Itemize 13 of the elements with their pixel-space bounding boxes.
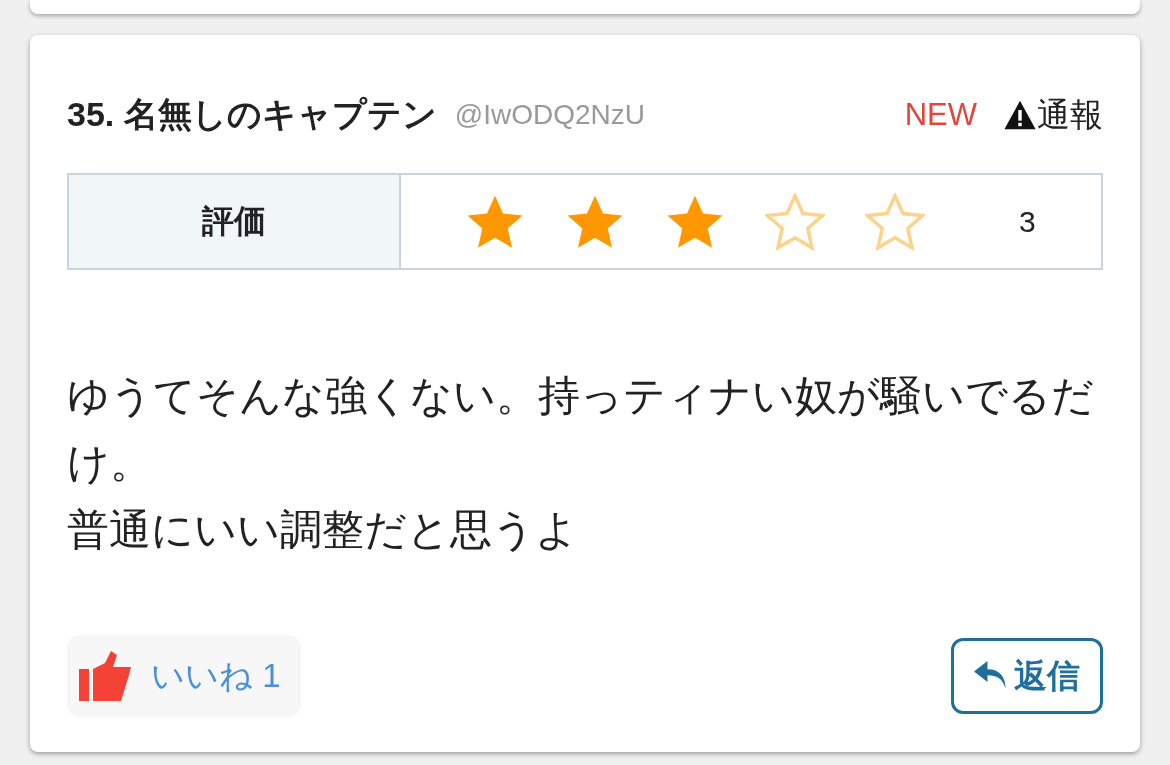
new-label: NEW bbox=[904, 97, 977, 133]
comment-title: 35. 名無しのキャプテン bbox=[67, 94, 437, 135]
rating-value: 3 bbox=[1019, 204, 1036, 239]
like-button[interactable]: いいね 1 bbox=[67, 635, 301, 717]
report-link[interactable]: 通報 bbox=[1003, 92, 1103, 138]
rating-label: 評価 bbox=[69, 175, 401, 268]
comment-text: ゆうてそんな強くない。持っティナい奴が騒いでるだけ。 bbox=[67, 371, 1095, 488]
star-icon bbox=[765, 192, 825, 251]
user-handle: @IwODQ2NzU bbox=[454, 99, 645, 131]
star-icon bbox=[865, 192, 925, 251]
warning-icon bbox=[1003, 99, 1037, 131]
comment-text: 普通にいい調整だと思うよ bbox=[67, 505, 579, 555]
reply-button[interactable]: 返信 bbox=[951, 638, 1103, 714]
